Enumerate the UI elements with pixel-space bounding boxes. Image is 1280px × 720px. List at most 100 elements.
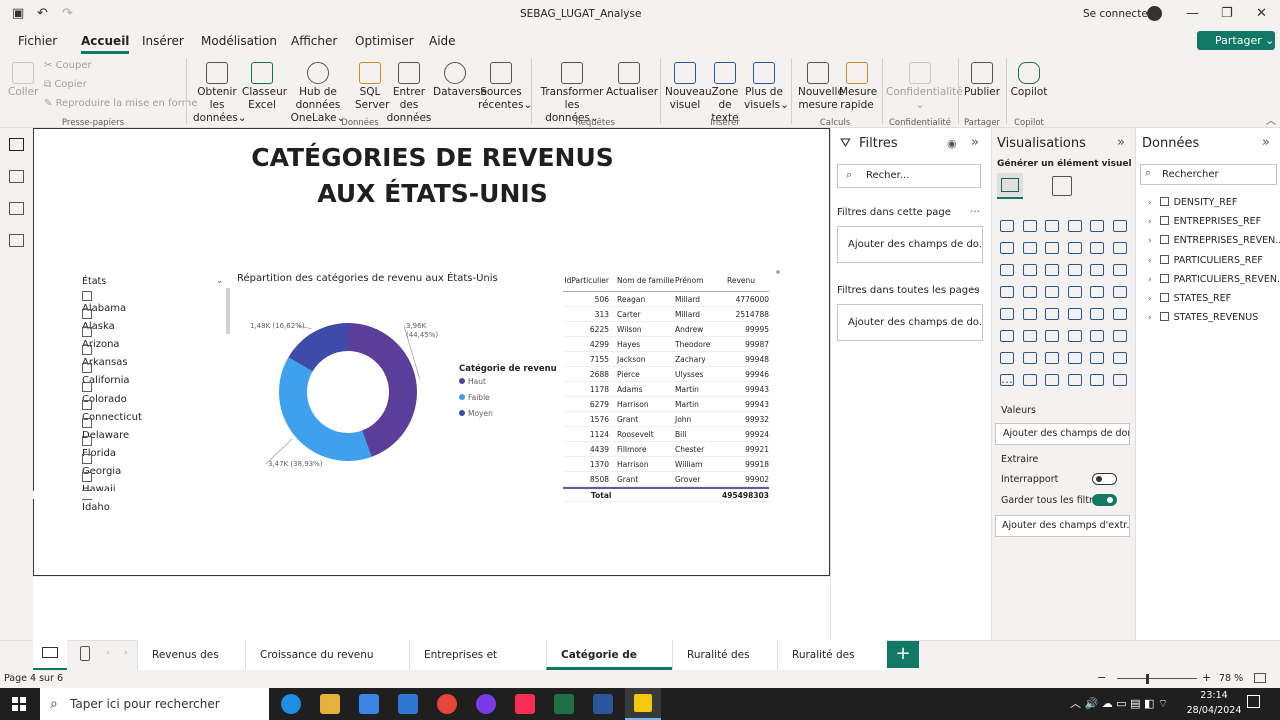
visual-type-icon[interactable] bbox=[1022, 308, 1037, 320]
visual-type-icon[interactable] bbox=[1045, 242, 1059, 254]
minimize-icon[interactable]: — bbox=[1186, 6, 1199, 21]
cut-button[interactable]: ✂ Couper bbox=[44, 60, 92, 71]
visual-type-icon[interactable] bbox=[1000, 220, 1014, 232]
undo-icon[interactable]: ↶ bbox=[37, 6, 48, 21]
build-visual-tab[interactable] bbox=[997, 173, 1023, 199]
visual-type-icon[interactable] bbox=[1067, 352, 1082, 364]
excel-taskbar-icon[interactable] bbox=[554, 694, 574, 714]
text-box-button[interactable]: Zone de texte bbox=[706, 62, 744, 125]
data-table-item[interactable]: › PARTICULIERS_REF bbox=[1148, 254, 1263, 266]
visual-type-icon[interactable] bbox=[1067, 286, 1082, 298]
chevron-right-icon[interactable]: › bbox=[1148, 294, 1152, 304]
donut-slice-faible[interactable] bbox=[279, 357, 372, 461]
values-dropzone[interactable]: Ajouter des champs de don... bbox=[995, 423, 1130, 445]
cross-report-toggle[interactable] bbox=[1092, 473, 1117, 485]
visual-type-icon[interactable] bbox=[1022, 352, 1037, 364]
visual-type-icon[interactable] bbox=[1000, 286, 1014, 298]
chevron-right-icon[interactable]: › bbox=[1148, 256, 1152, 266]
share-button[interactable]: Partager ⌄ bbox=[1197, 31, 1275, 50]
visual-type-icon[interactable] bbox=[1022, 220, 1037, 232]
page-tab[interactable]: Entreprises et particuliers bbox=[409, 640, 546, 691]
menu-insert[interactable]: Insérer bbox=[142, 34, 184, 48]
add-page-button[interactable]: + bbox=[887, 641, 919, 668]
collapse-filters-icon[interactable]: » bbox=[971, 135, 979, 150]
signin-link[interactable]: Se connecter bbox=[1083, 8, 1152, 20]
table-scroll-dot[interactable] bbox=[776, 270, 780, 274]
visual-type-icon[interactable] bbox=[1090, 242, 1104, 254]
data-table-item[interactable]: › DENSITY_REF bbox=[1148, 197, 1237, 208]
checkbox[interactable] bbox=[82, 417, 92, 428]
dax-query-view-icon[interactable] bbox=[9, 234, 24, 247]
visual-type-icon[interactable] bbox=[1067, 330, 1082, 342]
collapse-chevron-icon[interactable]: ⌄ bbox=[216, 276, 223, 286]
filters-this-page-dropzone[interactable]: Ajouter des champs de do... bbox=[837, 226, 983, 263]
visual-type-icon[interactable] bbox=[1112, 352, 1127, 364]
table-row[interactable]: 4299 Hayes Theodore 99987 bbox=[563, 337, 769, 352]
account-icon[interactable] bbox=[1147, 6, 1162, 21]
fit-to-page-icon[interactable] bbox=[1254, 673, 1266, 683]
table-header[interactable]: Nom de famille bbox=[613, 276, 675, 285]
music-icon[interactable] bbox=[515, 694, 535, 714]
table-row[interactable]: 313 Carter Millard 2514788 bbox=[563, 307, 769, 322]
system-tray-icons[interactable]: ︿ 🔊 ☁ ▭ ▤ ◧ ⌔ bbox=[1070, 695, 1168, 711]
table-header[interactable]: IdParticulier bbox=[563, 276, 613, 285]
taskbar-search-input[interactable]: Taper ici pour rechercher bbox=[40, 688, 269, 720]
copilot-button[interactable]: Copilot bbox=[1010, 62, 1048, 99]
app-icon[interactable] bbox=[476, 694, 496, 714]
report-view-icon[interactable] bbox=[9, 138, 24, 151]
table-row[interactable]: 506 Reagan Millard 4776000 bbox=[563, 292, 769, 307]
more-options-icon[interactable]: … bbox=[970, 204, 980, 215]
visual-type-icon[interactable] bbox=[1045, 352, 1059, 364]
visual-type-icon[interactable] bbox=[1045, 220, 1059, 232]
visual-type-icon[interactable] bbox=[1045, 286, 1059, 298]
table-row[interactable]: 1576 Grant John 99932 bbox=[563, 412, 769, 427]
desktop-layout-tab[interactable] bbox=[33, 640, 67, 670]
legend-item-moyen[interactable]: Moyen bbox=[459, 408, 493, 424]
visual-type-icon[interactable] bbox=[1112, 374, 1127, 386]
menu-optimize[interactable]: Optimiser bbox=[355, 34, 414, 48]
excel-button[interactable]: Classeur Excel bbox=[242, 62, 287, 112]
zoom-in-icon[interactable]: + bbox=[1202, 671, 1211, 684]
visual-type-icon[interactable] bbox=[1000, 242, 1014, 254]
zoom-slider-thumb[interactable] bbox=[1146, 674, 1149, 684]
table-row[interactable]: 2688 Pierce Ulysses 99946 bbox=[563, 367, 769, 382]
visual-type-icon[interactable] bbox=[1090, 286, 1104, 298]
visual-type-icon[interactable] bbox=[1112, 220, 1127, 232]
visual-type-icon[interactable] bbox=[1045, 374, 1059, 386]
table-row[interactable]: 1124 Roosevelt Bill 99924 bbox=[563, 427, 769, 442]
data-table-item[interactable]: › PARTICULIERS_REVEN... bbox=[1148, 273, 1280, 285]
visual-type-icon[interactable] bbox=[1067, 264, 1082, 276]
checkbox[interactable] bbox=[82, 327, 92, 338]
recent-sources-button[interactable]: Sourcesrécentes⌄ bbox=[478, 62, 532, 112]
data-table-item[interactable]: › STATES_REVENUS bbox=[1148, 312, 1258, 323]
collapse-data-icon[interactable]: » bbox=[1262, 135, 1270, 150]
visual-type-icon[interactable] bbox=[1112, 264, 1127, 276]
dataverse-button[interactable]: Dataverse bbox=[433, 62, 487, 99]
keep-filters-toggle[interactable] bbox=[1092, 494, 1117, 506]
format-painter-button[interactable]: ✎ Reproduire la mise en forme bbox=[44, 98, 198, 109]
visual-type-icon[interactable] bbox=[1090, 264, 1104, 276]
visual-type-icon[interactable] bbox=[1022, 242, 1037, 254]
legend-item-faible[interactable]: Faible bbox=[459, 392, 493, 408]
visual-type-icon[interactable] bbox=[1067, 308, 1082, 320]
visual-type-icon[interactable] bbox=[1000, 264, 1014, 276]
visual-type-icon[interactable] bbox=[1045, 264, 1059, 276]
chevron-right-icon[interactable]: › bbox=[1148, 217, 1152, 227]
eye-icon[interactable]: ◉ bbox=[947, 137, 957, 150]
data-table-item[interactable]: › ENTREPRISES_REF bbox=[1148, 216, 1261, 227]
tab-next-icon[interactable]: › bbox=[124, 648, 128, 658]
checkbox[interactable] bbox=[82, 399, 92, 410]
visual-type-icon[interactable] bbox=[1022, 264, 1037, 276]
visual-type-icon[interactable] bbox=[1000, 352, 1014, 364]
filters-search-input[interactable]: Recher... bbox=[837, 164, 981, 188]
sql-server-button[interactable]: SQL Server bbox=[355, 62, 389, 112]
page-tab[interactable]: Croissance du revenu des États bbox=[245, 640, 409, 691]
checkbox[interactable] bbox=[82, 453, 92, 464]
checkbox[interactable] bbox=[82, 472, 92, 482]
close-icon[interactable]: ✕ bbox=[1256, 6, 1267, 21]
page-tab[interactable]: Ruralité des clients bbox=[777, 640, 886, 691]
table-row[interactable]: 1370 Harrison William 99918 bbox=[563, 457, 769, 472]
tab-prev-icon[interactable]: ‹ bbox=[106, 648, 110, 658]
visual-type-icon[interactable] bbox=[1067, 374, 1082, 386]
checkbox[interactable] bbox=[82, 381, 92, 392]
